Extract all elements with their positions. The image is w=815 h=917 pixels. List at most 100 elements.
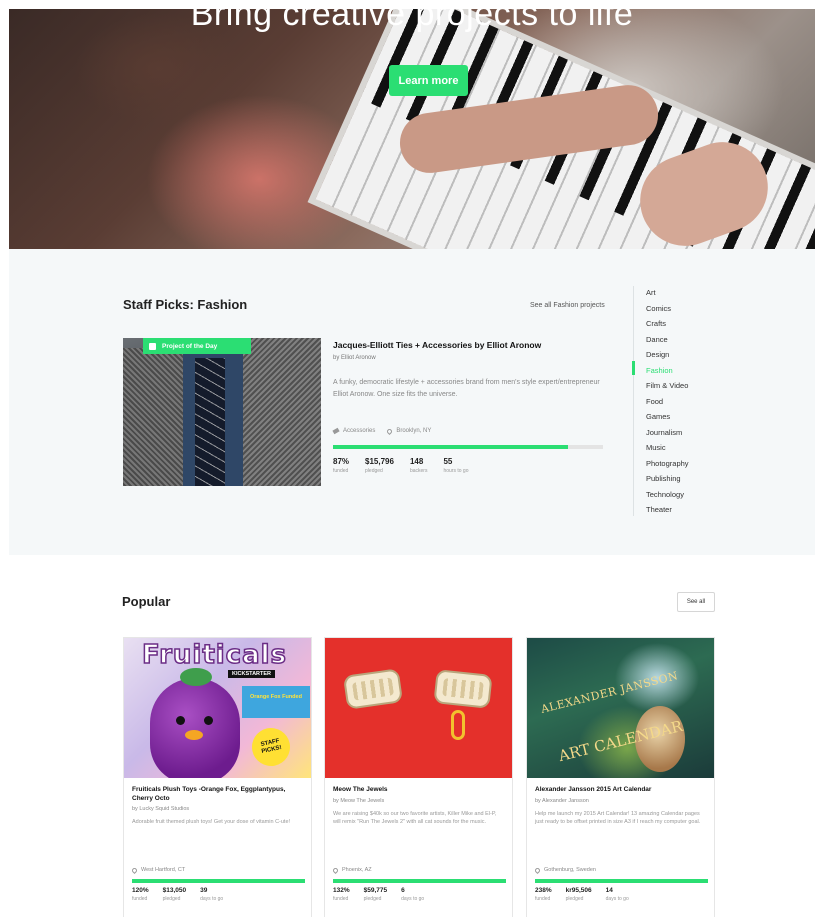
learn-more-button[interactable]: Learn more [389, 65, 468, 96]
stat-label: backers [409, 468, 428, 474]
stat-label: funded [535, 896, 551, 902]
see-all-fashion-link[interactable]: See all Fashion projects [530, 302, 605, 309]
category-item-photography[interactable]: Photography [646, 456, 689, 472]
stat-value: 6 [401, 887, 405, 894]
category-item-crafts[interactable]: Crafts [646, 316, 689, 332]
progress-fill [535, 879, 708, 883]
stat-label: pledged [565, 896, 584, 902]
stat-label: funded [333, 896, 349, 902]
project-card-title[interactable]: Meow The Jewels [333, 786, 504, 795]
card-image-funded-tag: Orange Fox Funded [242, 686, 310, 718]
tag-icon [332, 427, 340, 435]
project-card[interactable]: Fruiticals KICKSTARTER Orange Fox Funded… [123, 637, 312, 917]
project-card-creator: by Alexander Jansson [535, 797, 589, 804]
project-card-progress [132, 879, 305, 883]
category-item-technology[interactable]: Technology [646, 487, 689, 503]
category-item-art[interactable]: Art [646, 285, 689, 301]
location-pin-icon [331, 866, 340, 874]
project-card-progress [333, 879, 506, 883]
badge-label: Project of the Day [162, 342, 218, 350]
stat-label: days to go [605, 896, 629, 902]
stat-value: 87% [333, 457, 350, 466]
progress-fill [132, 879, 305, 883]
kickstarter-k-icon [149, 342, 156, 350]
stat-funded: 87% funded [333, 457, 349, 474]
category-item-film-video[interactable]: Film & Video [646, 378, 689, 394]
category-item-comics[interactable]: Comics [646, 301, 689, 317]
stat-value: 238% [535, 887, 552, 894]
featured-project-image[interactable]: Project of the Day [123, 338, 321, 486]
project-card-description: We are raising $40k so our two favorite … [333, 810, 497, 825]
stat-time-left: 6 days to go [401, 887, 424, 902]
category-item-design[interactable]: Design [646, 347, 689, 363]
project-card-creator: by Lucky Squid Studios [132, 806, 190, 812]
category-item-theater[interactable]: Theater [646, 502, 689, 518]
stat-label: days to go [401, 896, 425, 902]
location-tag[interactable]: Brooklyn, NY [386, 427, 432, 435]
card-image-brand: KICKSTARTER [228, 670, 276, 678]
project-card-location[interactable]: West Hartford, CT [130, 866, 185, 874]
staff-picks-section: Staff Picks: Fashion See all Fashion pro… [9, 249, 815, 555]
project-card-creator: by Meow The Jewels [333, 797, 385, 804]
category-tag[interactable]: Accessories [332, 427, 376, 435]
stat-value: $15,796 [365, 457, 394, 466]
card-image-word: Fruiticals [141, 639, 288, 671]
stat-pledged: $15,796 pledged [365, 457, 394, 474]
project-card-body: Meow The Jewels by Meow The Jewels We ar… [325, 778, 512, 917]
project-card-title[interactable]: Fruiticals Plush Toys -Orange Fox, Eggpl… [132, 786, 303, 803]
featured-project-stats: 87% funded $15,796 pledged 148 backers 5… [333, 457, 468, 474]
category-label: Accessories [343, 428, 376, 434]
stat-value: $59,775 [363, 887, 388, 894]
stat-funded: 238% funded [535, 887, 552, 902]
eggplant-plush-image [150, 668, 240, 778]
category-item-food[interactable]: Food [646, 394, 689, 410]
stat-time-left: 55 hours to go [443, 457, 468, 474]
stat-backers: 148 backers [410, 457, 428, 474]
project-card-image[interactable]: ALEXANDER JANSSON ART CALENDAR [527, 638, 714, 778]
project-card-image[interactable] [325, 638, 512, 778]
stat-value: 120% [132, 887, 149, 894]
category-item-music[interactable]: Music [646, 440, 689, 456]
location-label: Brooklyn, NY [396, 428, 432, 434]
project-card-title[interactable]: Alexander Jansson 2015 Art Calendar [535, 786, 706, 795]
category-item-journalism[interactable]: Journalism [646, 425, 689, 441]
project-card-location[interactable]: Phoenix, AZ [331, 866, 372, 874]
project-card-image[interactable]: Fruiticals KICKSTARTER Orange Fox Funded… [124, 638, 311, 778]
project-card-progress [535, 879, 708, 883]
stat-value: 39 [200, 887, 208, 894]
project-card-body: Alexander Jansson 2015 Art Calendar by A… [527, 778, 714, 917]
stat-label: pledged [365, 468, 383, 474]
stat-time-left: 39 days to go [200, 887, 223, 902]
project-of-the-day-badge: Project of the Day [143, 338, 251, 354]
featured-project-title[interactable]: Jacques-Elliott Ties + Accessories by El… [333, 340, 541, 350]
stat-value: 55 [443, 457, 453, 466]
location-pin-icon [130, 866, 139, 874]
project-card[interactable]: Meow The Jewels by Meow The Jewels We ar… [324, 637, 513, 917]
category-item-games[interactable]: Games [646, 409, 689, 425]
stat-label: days to go [200, 896, 224, 902]
stat-label: pledged [162, 896, 181, 902]
stat-value: $13,050 [162, 887, 187, 894]
staff-picks-title: Staff Picks: Fashion [123, 297, 248, 312]
location-pin-icon [533, 866, 542, 874]
stat-pledged: $59,775 pledged [364, 887, 388, 902]
see-all-popular-button[interactable]: See all [677, 592, 715, 612]
featured-project-meta: Accessories Brooklyn, NY [332, 427, 432, 435]
gold-chain-image [451, 710, 465, 740]
hero-title: Bring creative projects to life [190, 9, 634, 33]
project-card-location[interactable]: Gothenburg, Sweden [533, 866, 596, 874]
category-item-publishing[interactable]: Publishing [646, 471, 689, 487]
stat-label: funded [132, 896, 148, 902]
stat-label: hours to go [443, 468, 469, 474]
featured-project-creator: by Elliot Aronow [333, 355, 376, 361]
stat-value: 14 [605, 887, 613, 894]
project-card-body: Fruiticals Plush Toys -Orange Fox, Eggpl… [124, 778, 311, 917]
stat-funded: 132% funded [333, 887, 350, 902]
stat-value: kr95,506 [565, 887, 592, 894]
progress-fill [333, 879, 506, 883]
project-card[interactable]: ALEXANDER JANSSON ART CALENDAR Alexander… [526, 637, 715, 917]
category-item-fashion[interactable]: Fashion [646, 363, 689, 379]
category-item-dance[interactable]: Dance [646, 332, 689, 348]
project-card-stats: 120% funded $13,050 pledged 39 days to go [132, 887, 223, 902]
location-label: Gothenburg, Sweden [544, 867, 596, 873]
